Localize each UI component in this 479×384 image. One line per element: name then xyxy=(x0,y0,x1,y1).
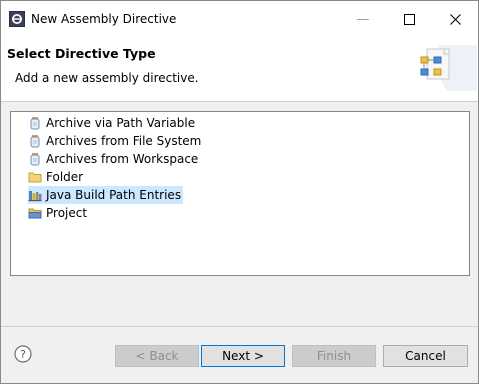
window-title: New Assembly Directive xyxy=(31,12,177,26)
page-description: Add a new assembly directive. xyxy=(15,71,199,85)
list-item[interactable]: Archives from File System xyxy=(28,132,201,150)
maximize-icon xyxy=(403,14,415,25)
list-item[interactable]: Java Build Path Entries xyxy=(28,186,184,204)
jar-icon xyxy=(30,153,40,166)
next-button[interactable]: Next > xyxy=(201,345,285,367)
footer-divider xyxy=(1,326,478,327)
jar-icon xyxy=(30,135,40,148)
folder-icon xyxy=(28,172,42,183)
eclipse-icon xyxy=(9,11,25,27)
directive-type-list[interactable]: Archive via Path Variable Archives from … xyxy=(10,111,470,276)
back-button[interactable]: < Back xyxy=(115,345,199,367)
list-item[interactable]: Folder xyxy=(28,168,83,186)
list-item-label: Project xyxy=(46,206,88,220)
list-item-label: Archive via Path Variable xyxy=(46,116,196,130)
list-item[interactable]: Archives from Workspace xyxy=(28,150,198,168)
close-icon xyxy=(449,14,461,25)
list-item[interactable]: Archive via Path Variable xyxy=(28,114,195,132)
list-item-label: Java Build Path Entries xyxy=(46,188,182,202)
finish-button[interactable]: Finish xyxy=(292,345,376,367)
list-item-label: Archives from File System xyxy=(46,134,202,148)
cancel-button[interactable]: Cancel xyxy=(383,345,468,367)
wizard-header: Select Directive Type Add a new assembly… xyxy=(1,38,478,101)
minimize-button[interactable]: — xyxy=(340,1,386,38)
header-divider xyxy=(1,101,478,102)
project-folder-icon xyxy=(28,208,42,219)
help-icon[interactable]: ? xyxy=(14,345,32,363)
page-title: Select Directive Type xyxy=(7,46,156,61)
close-button[interactable] xyxy=(432,1,478,38)
list-item-label: Archives from Workspace xyxy=(46,152,199,166)
title-bar[interactable]: New Assembly Directive — xyxy=(1,1,478,38)
dialog-window: New Assembly Directive — Select Directiv… xyxy=(0,0,479,384)
maximize-button[interactable] xyxy=(386,1,432,38)
list-item[interactable]: Project xyxy=(28,204,87,222)
jar-icon xyxy=(30,117,40,130)
svg-text:?: ? xyxy=(20,348,26,361)
library-icon xyxy=(28,191,42,202)
wizard-banner-icon xyxy=(420,45,477,91)
list-item-label: Folder xyxy=(46,170,84,184)
